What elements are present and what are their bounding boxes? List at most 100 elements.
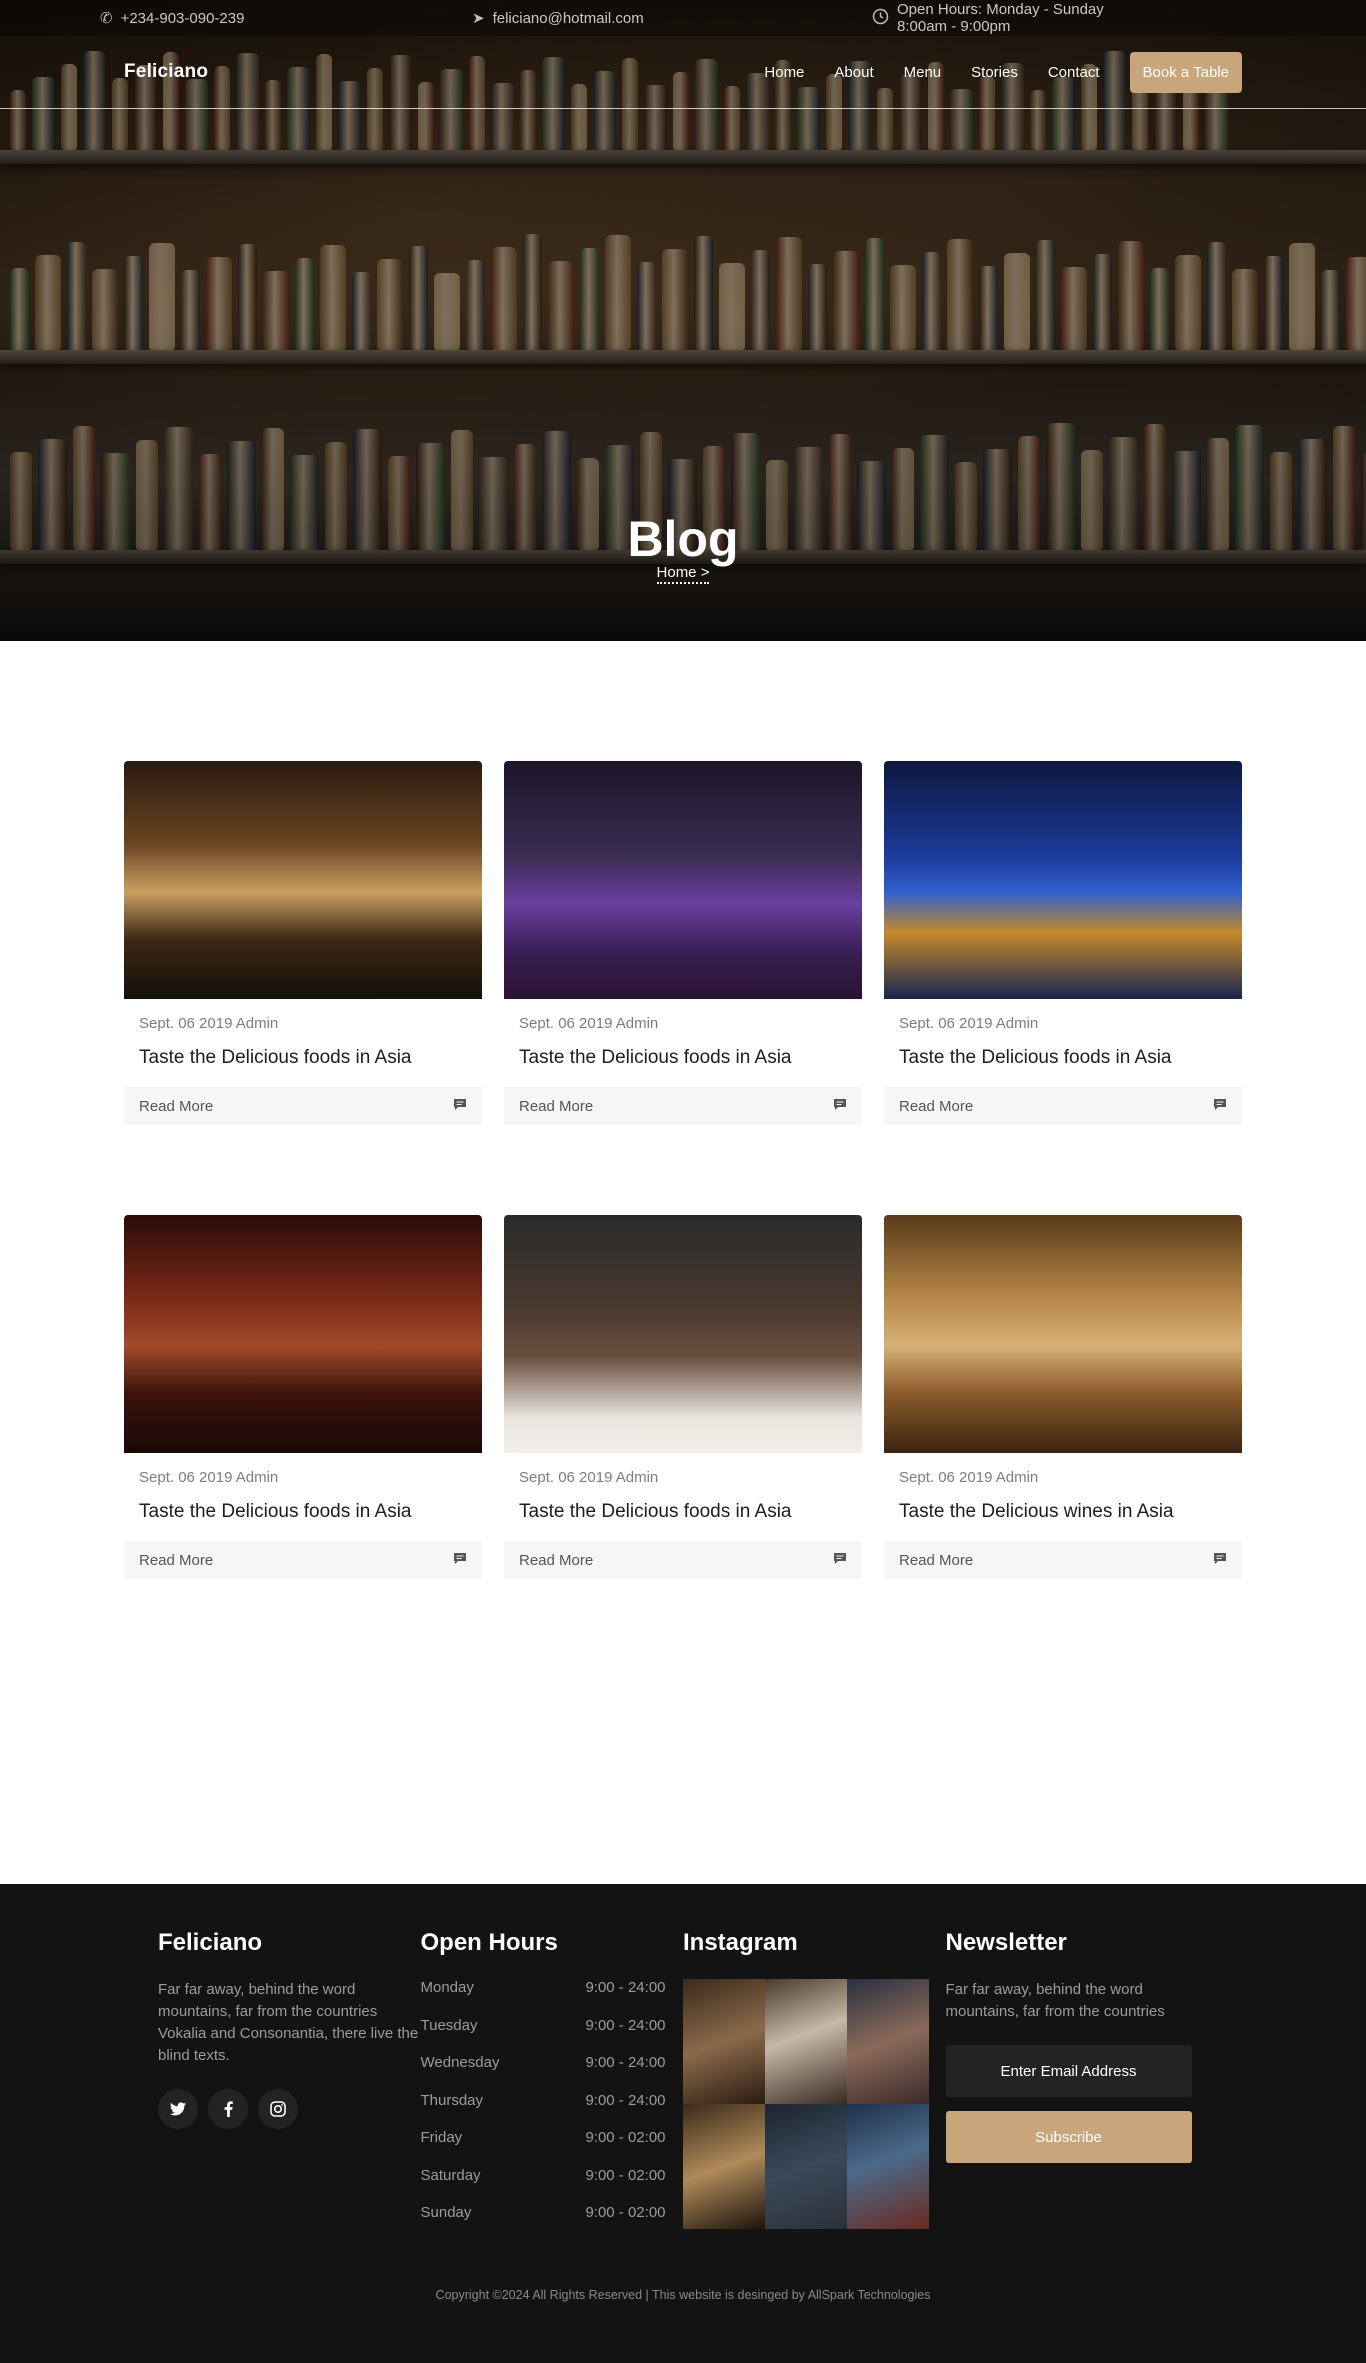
read-more-link[interactable]: Read More bbox=[519, 1552, 593, 1569]
blog-card-title[interactable]: Taste the Delicious foods in Asia bbox=[124, 1032, 482, 1069]
read-more-bar[interactable]: Read More bbox=[884, 1087, 1242, 1125]
subscribe-button[interactable]: Subscribe bbox=[945, 2111, 1192, 2163]
nav-item-contact[interactable]: Contact bbox=[1033, 64, 1115, 81]
nav-menu: Home About Menu Stories Contact Book a T… bbox=[749, 51, 1242, 93]
read-more-bar[interactable]: Read More bbox=[124, 1541, 482, 1579]
blog-card: Sept. 06 2019 Admin Taste the Delicious … bbox=[884, 1215, 1242, 1579]
hours-time: 9:00 - 24:00 bbox=[585, 1979, 666, 1996]
instagram-icon[interactable] bbox=[258, 2089, 298, 2129]
breadcrumb: Home > bbox=[0, 564, 1366, 584]
chevron-right-icon: > bbox=[700, 564, 710, 581]
blog-card-meta: Sept. 06 2019 Admin bbox=[899, 1469, 1039, 1486]
blog-card-image[interactable] bbox=[124, 1215, 482, 1453]
hours-table: Monday 9:00 - 24:00 Tuesday 9:00 - 24:00 W… bbox=[421, 1979, 666, 2242]
top-contact-bar: ✆ +234-903-090-239 ➤ feliciano@hotmail.c… bbox=[0, 0, 1366, 36]
nav-item-about[interactable]: About bbox=[819, 64, 888, 81]
blog-card: Sept. 06 2019 Admin Taste the Delicious … bbox=[504, 761, 862, 1125]
read-more-link[interactable]: Read More bbox=[899, 1552, 973, 1569]
blog-card-image[interactable] bbox=[504, 761, 862, 999]
nav-item-menu[interactable]: Menu bbox=[889, 64, 957, 81]
hours-day: Saturday bbox=[420, 2166, 481, 2184]
instagram-photo[interactable] bbox=[683, 1979, 765, 2104]
hours-day: Monday bbox=[420, 1979, 474, 1996]
nav-item-stories[interactable]: Stories bbox=[956, 64, 1033, 81]
comment-icon bbox=[833, 1098, 847, 1114]
topbar-email-text: feliciano@hotmail.com bbox=[492, 9, 644, 27]
instagram-gallery bbox=[683, 1979, 929, 2229]
blog-card-image[interactable] bbox=[124, 761, 482, 999]
hours-row: Monday 9:00 - 24:00 bbox=[421, 1979, 666, 2017]
comment-icon bbox=[1213, 1098, 1227, 1114]
newsletter-email-input[interactable] bbox=[945, 2045, 1192, 2097]
read-more-bar[interactable]: Read More bbox=[504, 1087, 862, 1125]
topbar-phone: ✆ +234-903-090-239 bbox=[100, 9, 472, 28]
instagram-photo[interactable] bbox=[683, 2104, 765, 2229]
footer-instagram: Instagram bbox=[683, 1929, 946, 2242]
blog-card-title[interactable]: Taste the Delicious wines in Asia bbox=[884, 1486, 1242, 1523]
read-more-link[interactable]: Read More bbox=[139, 1098, 213, 1115]
blog-card-title[interactable]: Taste the Delicious foods in Asia bbox=[124, 1486, 482, 1523]
blog-card-meta: Sept. 06 2019 Admin bbox=[519, 1015, 659, 1032]
main-navbar: Feliciano Home About Menu Stories Contac… bbox=[0, 36, 1366, 109]
read-more-bar[interactable]: Read More bbox=[504, 1541, 862, 1579]
instagram-photo[interactable] bbox=[765, 1979, 847, 2104]
breadcrumb-home-label: Home bbox=[656, 564, 697, 581]
read-more-link[interactable]: Read More bbox=[899, 1098, 973, 1115]
instagram-photo[interactable] bbox=[847, 1979, 929, 2104]
site-footer: Feliciano Far far away, behind the word … bbox=[0, 1884, 1366, 2363]
hours-day: Sunday bbox=[420, 2204, 472, 2221]
blog-section: Sept. 06 2019 Admin Taste the Delicious … bbox=[0, 641, 1366, 1884]
comment-icon bbox=[833, 1552, 847, 1568]
hours-row: Friday 9:00 - 02:00 bbox=[421, 2129, 666, 2167]
blog-card-title[interactable]: Taste the Delicious foods in Asia bbox=[504, 1486, 862, 1523]
comment-icon bbox=[453, 1098, 467, 1114]
topbar-hours: Open Hours: Monday - Sunday 8:00am - 9:0… bbox=[872, 1, 1117, 35]
footer-about-text: Far far away, behind the word mountains,… bbox=[158, 1981, 419, 2064]
hero-banner: ✆ +234-903-090-239 ➤ feliciano@hotmail.c… bbox=[0, 0, 1366, 641]
blog-card: Sept. 06 2019 Admin Taste the Delicious … bbox=[124, 1215, 482, 1579]
breadcrumb-home-link[interactable]: Home > bbox=[656, 564, 710, 584]
phone-icon: ✆ bbox=[100, 10, 113, 27]
read-more-bar[interactable]: Read More bbox=[884, 1541, 1242, 1579]
hours-time: 9:00 - 24:00 bbox=[585, 2054, 666, 2071]
hours-row: Tuesday 9:00 - 24:00 bbox=[421, 2017, 666, 2055]
copyright-text: Copyright ©2024 All Rights Reserved | Th… bbox=[435, 2288, 931, 2302]
read-more-bar[interactable]: Read More bbox=[124, 1087, 482, 1125]
blog-card-image[interactable] bbox=[884, 761, 1242, 999]
comment-icon bbox=[453, 1552, 467, 1568]
blog-card-meta: Sept. 06 2019 Admin bbox=[139, 1015, 279, 1032]
paper-plane-icon: ➤ bbox=[472, 10, 485, 27]
footer-hours-title: Open Hours bbox=[420, 1929, 558, 1956]
read-more-link[interactable]: Read More bbox=[139, 1552, 213, 1569]
blog-card-title[interactable]: Taste the Delicious foods in Asia bbox=[504, 1032, 862, 1069]
topbar-phone-text: +234-903-090-239 bbox=[120, 9, 245, 27]
facebook-icon[interactable] bbox=[208, 2089, 248, 2129]
social-links bbox=[158, 2089, 421, 2129]
read-more-link[interactable]: Read More bbox=[519, 1098, 593, 1115]
book-table-button[interactable]: Book a Table bbox=[1129, 51, 1242, 93]
topbar-hours-text: Open Hours: Monday - Sunday 8:00am - 9:0… bbox=[897, 1, 1104, 35]
hours-time: 9:00 - 02:00 bbox=[585, 2166, 666, 2184]
hours-day: Tuesday bbox=[420, 2016, 478, 2034]
blog-card-image[interactable] bbox=[884, 1215, 1242, 1453]
clock-icon bbox=[872, 8, 889, 29]
brand-logo[interactable]: Feliciano bbox=[124, 61, 208, 83]
blog-card-meta: Sept. 06 2019 Admin bbox=[899, 1015, 1039, 1032]
page-title: Blog bbox=[627, 511, 739, 567]
hours-time: 9:00 - 02:00 bbox=[585, 2129, 666, 2146]
footer-instagram-title: Instagram bbox=[683, 1929, 798, 1956]
footer-newsletter-title: Newsletter bbox=[945, 1929, 1067, 1956]
twitter-icon[interactable] bbox=[158, 2089, 198, 2129]
blog-card: Sept. 06 2019 Admin Taste the Delicious … bbox=[124, 761, 482, 1125]
hours-row: Thursday 9:00 - 24:00 bbox=[421, 2092, 666, 2130]
blog-card: Sept. 06 2019 Admin Taste the Delicious … bbox=[504, 1215, 862, 1579]
hours-day: Friday bbox=[420, 2129, 463, 2146]
blog-card-image[interactable] bbox=[504, 1215, 862, 1453]
instagram-photo[interactable] bbox=[765, 2104, 847, 2229]
footer-columns: Feliciano Far far away, behind the word … bbox=[158, 1929, 1208, 2242]
instagram-photo[interactable] bbox=[847, 2104, 929, 2229]
hours-day: Wednesday bbox=[420, 2054, 500, 2071]
hours-day: Thursday bbox=[420, 2091, 484, 2109]
blog-card-title[interactable]: Taste the Delicious foods in Asia bbox=[884, 1032, 1242, 1069]
nav-item-home[interactable]: Home bbox=[749, 64, 819, 81]
